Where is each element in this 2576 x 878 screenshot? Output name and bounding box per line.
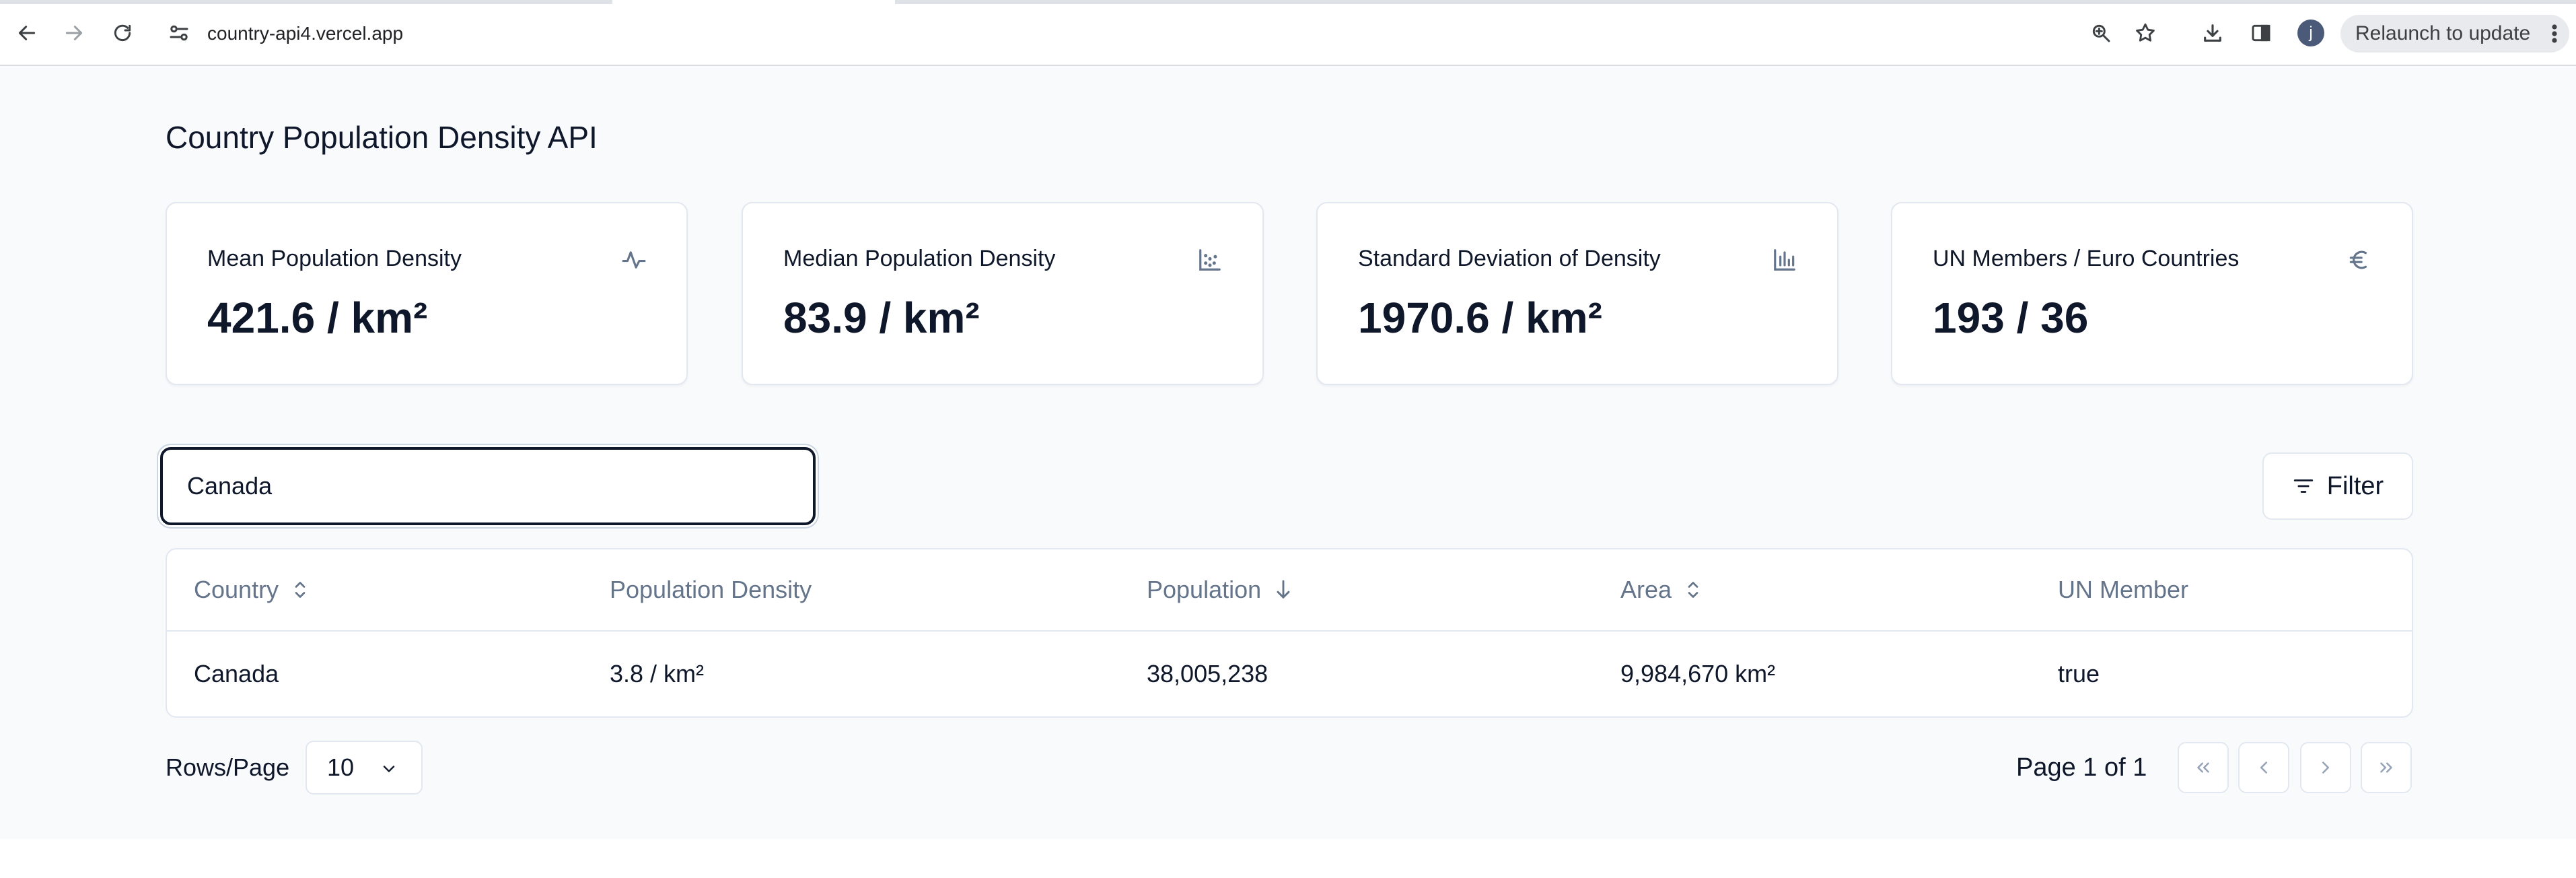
last-page-button[interactable] [2361,742,2412,793]
sort-icon[interactable] [292,580,308,600]
sort-icon[interactable] [1685,580,1701,600]
more-menu-icon[interactable] [2549,23,2560,44]
column-label: UN Member [2058,576,2189,603]
reload-icon[interactable] [106,17,139,49]
filter-icon [2293,479,2313,493]
chevrons-right-icon [2380,762,2392,773]
forward-icon[interactable] [58,17,90,49]
tab-strip [0,0,2576,4]
stat-label: Mean Population Density [207,246,462,271]
rows-per-page-label: Rows/Page [166,753,290,781]
column-header-population[interactable]: Population [1147,549,1292,630]
filter-button[interactable]: Filter [2262,452,2413,520]
chevrons-left-icon [2197,762,2209,773]
stat-label: Median Population Density [783,246,1056,271]
stat-card-std-dev: Standard Deviation of Density 1970.6 / k… [1316,202,1838,385]
previous-page-button[interactable] [2238,742,2289,793]
active-tab[interactable] [612,0,895,4]
column-label: Population Density [610,576,812,603]
column-header-population-density[interactable]: Population Density [610,549,812,630]
cell-population: 38,005,238 [1147,660,1268,687]
chevron-right-icon [2322,762,2329,774]
next-page-button[interactable] [2300,742,2351,793]
relaunch-button[interactable]: Relaunch to update [2340,15,2569,53]
column-label: Country [194,576,279,603]
app-content: Country Population Density API Mean Popu… [0,66,2576,839]
pagination-bar: Rows/Page 10 Page 1 of 1 [0,741,2576,795]
stat-card-mean: Mean Population Density 421.6 / km² [166,202,688,385]
column-label: Population [1147,576,1262,603]
countries-table: Country Population Density Population Ar… [166,548,2413,718]
search-input[interactable] [160,447,816,525]
activity-icon [620,246,647,273]
address-bar-url[interactable]: country-api4.vercel.app [207,20,403,47]
table-header: Country Population Density Population Ar… [167,549,2412,632]
column-header-area[interactable]: Area [1620,549,1701,630]
cell-density: 3.8 / km² [610,660,705,687]
cell-un-member: true [2058,660,2100,687]
filter-label: Filter [2326,471,2384,500]
bookmark-star-icon[interactable] [2132,20,2159,46]
stat-value: 1970.6 / km² [1358,294,1602,342]
page-title: Country Population Density API [166,120,598,155]
back-icon[interactable] [11,17,43,49]
scatter-chart-icon [1196,246,1223,273]
chevron-left-icon [2260,762,2267,774]
euro-icon [2346,246,2373,273]
cell-area: 9,984,670 km² [1620,660,1776,687]
relaunch-label: Relaunch to update [2355,22,2531,44]
column-header-country[interactable]: Country [194,549,308,630]
page-bottom-area [0,839,2576,878]
page-info: Page 1 of 1 [2016,753,2147,782]
first-page-button[interactable] [2178,742,2229,793]
stat-label: Standard Deviation of Density [1358,246,1661,271]
sort-descending-icon[interactable] [1275,579,1292,601]
rows-per-page-select[interactable]: 10 [306,741,423,795]
table-row[interactable]: Canada 3.8 / km² 38,005,238 9,984,670 km… [167,632,2412,716]
stat-card-un-euro: UN Members / Euro Countries 193 / 36 [1891,202,2413,385]
stat-value: 193 / 36 [1933,294,2089,342]
cell-country: Canada [194,660,279,687]
column-label: Area [1620,576,1672,603]
column-header-un-member[interactable]: UN Member [2058,549,2188,630]
downloads-icon[interactable] [2199,20,2226,46]
rows-per-page-value: 10 [327,753,355,781]
side-panel-icon[interactable] [2248,20,2275,46]
browser-toolbar: country-api4.vercel.app j Relaunch to up… [0,0,2576,66]
stat-label: UN Members / Euro Countries [1933,246,2240,271]
stat-card-median: Median Population Density 83.9 / km² [742,202,1264,385]
zoom-icon[interactable] [2087,20,2114,46]
profile-avatar[interactable]: j [2297,20,2324,46]
bar-chart-icon [1771,246,1798,273]
stat-value: 83.9 / km² [783,294,980,342]
stat-value: 421.6 / km² [207,294,428,342]
site-settings-icon[interactable] [167,21,191,45]
chevron-down-icon [383,766,395,772]
